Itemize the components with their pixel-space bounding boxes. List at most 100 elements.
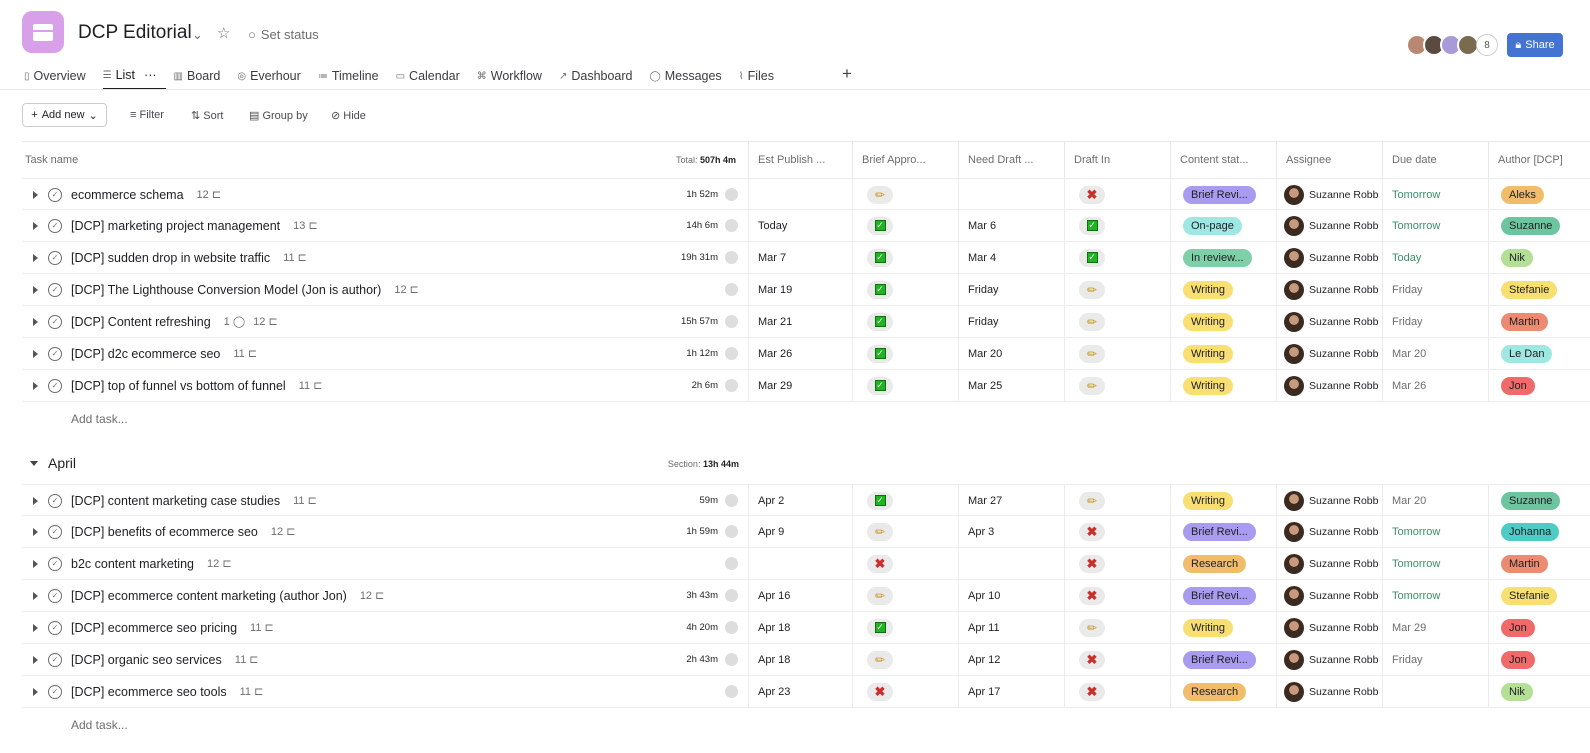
complete-check-icon[interactable]: ✓ [48, 588, 62, 603]
complete-check-icon[interactable]: ✓ [48, 314, 62, 329]
due-date-cell[interactable]: Mar 26 [1382, 370, 1488, 401]
expand-caret-icon[interactable] [33, 496, 38, 505]
pencil-icon[interactable]: ✏︎ [1079, 280, 1105, 299]
assignee-cell[interactable]: Suzanne Robb [1276, 644, 1382, 675]
brief-approved-cell[interactable]: ✓ [852, 306, 958, 337]
add-task-button[interactable]: Add task... [71, 718, 128, 732]
author-cell[interactable]: Jon [1488, 644, 1590, 675]
timer-icon[interactable] [725, 685, 738, 698]
complete-check-icon[interactable]: ✓ [48, 493, 62, 508]
pencil-icon[interactable]: ✏︎ [1079, 376, 1105, 395]
timer-icon[interactable] [725, 494, 738, 507]
check-icon[interactable]: ✓ [867, 248, 893, 267]
column-draft-in[interactable]: Draft In [1064, 142, 1170, 179]
add-new-button[interactable]: + Add new ⌄ [22, 103, 107, 127]
expand-caret-icon[interactable] [33, 253, 38, 262]
cross-icon[interactable]: ✖ [867, 682, 893, 701]
sort-button[interactable]: ⇅ Sort [191, 109, 223, 122]
tab-overview[interactable]: ▯ Overview [24, 68, 95, 90]
due-date-cell[interactable]: Tomorrow [1382, 179, 1488, 210]
cross-icon[interactable]: ✖ [1079, 650, 1105, 669]
brief-approved-cell[interactable]: ✓ [852, 338, 958, 369]
pencil-icon[interactable]: ✏︎ [1079, 344, 1105, 363]
column-brief-approved[interactable]: Brief Appro... [852, 142, 958, 179]
complete-check-icon[interactable]: ✓ [48, 684, 62, 699]
pencil-icon[interactable]: ✏︎ [1079, 618, 1105, 637]
brief-approved-cell[interactable]: ✖ [852, 548, 958, 579]
task-row[interactable]: ✓ ecommerce schema 12 ⊏ 1h 52m ✏︎ ✖ Brie… [22, 178, 1590, 210]
cross-icon[interactable]: ✖ [867, 554, 893, 573]
brief-approved-cell[interactable]: ✓ [852, 210, 958, 241]
expand-caret-icon[interactable] [33, 317, 38, 326]
timer-icon[interactable] [725, 589, 738, 602]
subtask-count[interactable]: 12 ⊏ [253, 315, 278, 328]
content-status-cell[interactable]: Writing [1170, 306, 1276, 337]
draft-in-cell[interactable]: ✖ [1064, 644, 1170, 675]
brief-approved-cell[interactable]: ✓ [852, 274, 958, 305]
column-need-draft[interactable]: Need Draft ... [958, 142, 1064, 179]
draft-in-cell[interactable]: ✖ [1064, 516, 1170, 547]
brief-approved-cell[interactable]: ✖ [852, 676, 958, 707]
author-cell[interactable]: Nik [1488, 242, 1590, 273]
subtask-count[interactable]: 12 ⊏ [360, 589, 385, 602]
subtask-count[interactable]: 11 ⊏ [283, 251, 307, 264]
due-date-cell[interactable]: Friday [1382, 306, 1488, 337]
task-row[interactable]: ✓ [DCP] ecommerce seo pricing 11 ⊏ 4h 20… [22, 612, 1590, 644]
content-status-cell[interactable]: Brief Revi... [1170, 516, 1276, 547]
tab-calendar[interactable]: ▭ Calendar [396, 68, 469, 90]
need-draft-cell[interactable]: Apr 11 [958, 612, 1064, 643]
task-name[interactable]: [DCP] organic seo services [71, 653, 222, 667]
est-publish-cell[interactable]: Apr 9 [748, 516, 852, 547]
assignee-cell[interactable]: Suzanne Robb [1276, 485, 1382, 516]
need-draft-cell[interactable] [958, 179, 1064, 210]
content-status-cell[interactable]: Research [1170, 548, 1276, 579]
complete-check-icon[interactable]: ✓ [48, 378, 62, 393]
subtask-count[interactable]: 11 ⊏ [233, 347, 257, 360]
content-status-cell[interactable]: Research [1170, 676, 1276, 707]
check-icon[interactable]: ✓ [1079, 216, 1105, 235]
task-name[interactable]: [DCP] sudden drop in website traffic [71, 251, 270, 265]
brief-approved-cell[interactable]: ✏︎ [852, 644, 958, 675]
cross-icon[interactable]: ✖ [1079, 682, 1105, 701]
due-date-cell[interactable]: Tomorrow [1382, 580, 1488, 611]
draft-in-cell[interactable]: ✓ [1064, 210, 1170, 241]
est-publish-cell[interactable]: Apr 16 [748, 580, 852, 611]
assignee-cell[interactable]: Suzanne Robb [1276, 516, 1382, 547]
draft-in-cell[interactable]: ✏︎ [1064, 485, 1170, 516]
tab-dashboard[interactable]: ↗ Dashboard [559, 68, 642, 90]
complete-check-icon[interactable]: ✓ [48, 218, 62, 233]
assignee-cell[interactable]: Suzanne Robb [1276, 580, 1382, 611]
task-name-cell[interactable]: ✓ [DCP] marketing project management 13 … [22, 210, 748, 241]
author-cell[interactable]: Jon [1488, 612, 1590, 643]
due-date-cell[interactable]: Today [1382, 242, 1488, 273]
complete-check-icon[interactable]: ✓ [48, 187, 62, 202]
cross-icon[interactable]: ✖ [1079, 554, 1105, 573]
est-publish-cell[interactable]: Today [748, 210, 852, 241]
expand-caret-icon[interactable] [33, 221, 38, 230]
content-status-cell[interactable]: In review... [1170, 242, 1276, 273]
add-task-button[interactable]: Add task... [71, 412, 128, 426]
need-draft-cell[interactable] [958, 548, 1064, 579]
est-publish-cell[interactable]: Mar 29 [748, 370, 852, 401]
chevron-down-icon[interactable]: ⌄ [192, 27, 203, 43]
assignee-cell[interactable]: Suzanne Robb [1276, 548, 1382, 579]
brief-approved-cell[interactable]: ✓ [852, 370, 958, 401]
need-draft-cell[interactable]: Mar 27 [958, 485, 1064, 516]
timer-icon[interactable] [725, 347, 738, 360]
author-cell[interactable]: Johanna [1488, 516, 1590, 547]
task-name[interactable]: [DCP] ecommerce seo pricing [71, 621, 237, 635]
set-status-button[interactable]: ○ Set status [248, 27, 319, 42]
task-name[interactable]: [DCP] benefits of ecommerce seo [71, 525, 258, 539]
check-icon[interactable]: ✓ [867, 216, 893, 235]
task-row[interactable]: ✓ [DCP] ecommerce seo tools 11 ⊏ Apr 23 … [22, 676, 1590, 708]
pencil-icon[interactable]: ✏︎ [867, 185, 893, 204]
draft-in-cell[interactable]: ✏︎ [1064, 274, 1170, 305]
cross-icon[interactable]: ✖ [1079, 586, 1105, 605]
author-cell[interactable]: Suzanne [1488, 210, 1590, 241]
est-publish-cell[interactable] [748, 548, 852, 579]
subtask-count[interactable]: 11 ⊏ [293, 494, 317, 507]
pencil-icon[interactable]: ✏︎ [867, 650, 893, 669]
members[interactable]: 8 [1406, 34, 1498, 56]
task-name[interactable]: ecommerce schema [71, 188, 184, 202]
due-date-cell[interactable]: Friday [1382, 644, 1488, 675]
